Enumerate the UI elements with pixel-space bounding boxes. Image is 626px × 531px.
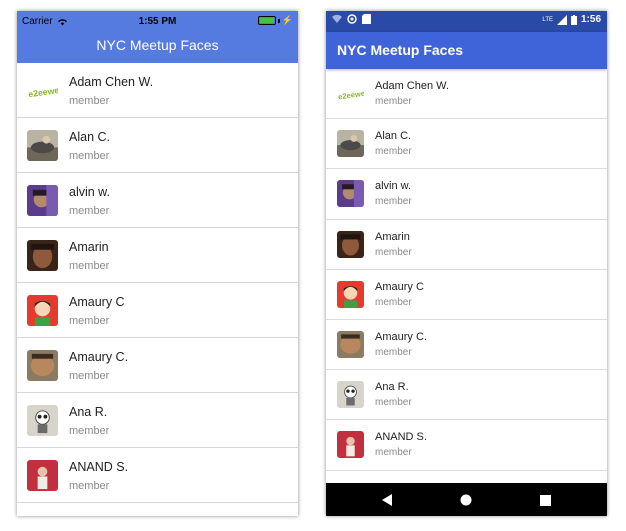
navigation-title: NYC Meetup Faces — [17, 32, 298, 63]
ios-status-bar: Carrier 1:55 PM ⚡ — [17, 11, 298, 32]
member-name: Amaury C. — [69, 350, 129, 364]
member-role: member — [69, 150, 110, 162]
cartoon-avatar-panda — [337, 381, 364, 409]
list-item[interactable]: Amaury C member — [17, 283, 298, 338]
logo-avatar: e2eewel — [337, 80, 364, 107]
system-icons: LTE 1:56 — [542, 14, 601, 25]
member-list[interactable]: e2eewel Adam Chen W. member Alan C. memb… — [17, 63, 298, 503]
member-role: member — [69, 480, 110, 492]
network-type-label: LTE — [542, 16, 553, 23]
photo-avatar-car — [337, 130, 364, 158]
status-time: 1:56 — [580, 14, 601, 25]
member-role: member — [69, 370, 110, 382]
photo-avatar-face — [337, 330, 364, 358]
member-role: member — [375, 296, 412, 308]
wifi-off-icon — [332, 14, 342, 23]
member-name: Alan C. — [375, 130, 412, 143]
list-item[interactable]: alvin w. member — [17, 173, 298, 228]
member-role: member — [375, 397, 412, 409]
member-role: member — [375, 146, 412, 158]
list-item[interactable]: Alan C. member — [17, 118, 298, 173]
battery-icon — [257, 16, 276, 25]
member-role: member — [375, 196, 412, 208]
list-item[interactable]: e2eewel Adam Chen W. member — [326, 69, 607, 120]
back-button[interactable] — [379, 492, 395, 508]
member-role: member — [69, 205, 110, 217]
member-list[interactable]: e2eewel Adam Chen W. member Alan C. memb… — [326, 69, 607, 471]
status-time: 1:55 PM — [138, 16, 177, 27]
list-item[interactable]: Ana R. member — [326, 370, 607, 421]
notification-icons — [332, 14, 371, 24]
member-name: ANAND S. — [69, 460, 129, 474]
sd-card-icon — [362, 14, 371, 24]
member-name: ANAND S. — [375, 431, 427, 444]
list-item[interactable]: alvin w. member — [326, 169, 607, 220]
photo-avatar-red — [337, 431, 364, 459]
list-item[interactable]: Amaury C. member — [326, 320, 607, 371]
member-name: alvin w. — [69, 185, 110, 199]
home-circle-icon — [460, 494, 472, 506]
logo-avatar: e2eewel — [27, 75, 58, 106]
list-item[interactable]: Amaury C. member — [17, 338, 298, 393]
photo-avatar-face — [27, 350, 58, 381]
member-name: Ana R. — [375, 381, 409, 394]
member-role: member — [375, 447, 412, 459]
sync-icon — [347, 14, 357, 24]
list-item[interactable]: Alan C. member — [326, 119, 607, 170]
member-name: Ana R. — [69, 405, 108, 419]
home-button[interactable] — [458, 492, 474, 508]
member-role: member — [69, 425, 110, 437]
member-name: Amaury C — [375, 280, 424, 293]
list-item[interactable]: Amarin member — [17, 228, 298, 283]
signal-icon — [556, 14, 567, 25]
member-name: alvin w. — [375, 180, 412, 193]
cartoon-avatar-panda — [27, 405, 58, 436]
battery-icon — [570, 14, 577, 25]
photo-avatar-brown — [27, 240, 58, 271]
member-name: Amaury C — [69, 295, 125, 309]
member-name: Adam Chen W. — [375, 80, 449, 92]
battery-indicator: ⚡ — [257, 15, 293, 25]
list-item[interactable]: ANAND S. member — [326, 420, 607, 471]
photo-avatar-purple — [337, 180, 364, 208]
photo-avatar-purple — [27, 185, 58, 216]
cartoon-avatar-red — [27, 295, 58, 326]
list-item[interactable]: ANAND S. member — [17, 448, 298, 503]
recents-button[interactable] — [537, 492, 553, 508]
system-navigation-bar — [326, 483, 607, 516]
member-role: member — [69, 315, 110, 327]
android-status-bar: LTE 1:56 — [326, 11, 607, 32]
member-role: member — [375, 246, 412, 258]
cartoon-avatar-red — [337, 280, 364, 308]
photo-avatar-red — [27, 460, 58, 491]
member-name: Alan C. — [69, 130, 110, 144]
member-name: Amaury C. — [375, 330, 427, 343]
list-item[interactable]: Ana R. member — [17, 393, 298, 448]
android-screen: LTE 1:56 NYC Meetup Faces e2eewel Adam C… — [326, 11, 607, 516]
back-triangle-icon — [382, 494, 392, 506]
member-role: member — [69, 95, 110, 107]
ios-screen: Carrier 1:55 PM ⚡ NYC Meetup Faces e2eew… — [17, 11, 298, 516]
list-item[interactable]: Amarin member — [326, 220, 607, 270]
photo-avatar-car — [27, 130, 58, 161]
member-name: Adam Chen W. — [69, 75, 154, 89]
charging-icon: ⚡ — [281, 15, 293, 25]
member-role: member — [375, 96, 412, 107]
member-role: member — [69, 260, 110, 272]
member-name: Amarin — [375, 230, 410, 243]
member-name: Amarin — [69, 240, 109, 254]
list-item[interactable]: e2eewel Adam Chen W. member — [17, 63, 298, 118]
member-role: member — [375, 346, 412, 358]
list-item[interactable]: Amaury C member — [326, 270, 607, 321]
recents-square-icon — [539, 494, 551, 506]
app-bar-title: NYC Meetup Faces — [326, 32, 607, 69]
photo-avatar-brown — [337, 230, 364, 258]
